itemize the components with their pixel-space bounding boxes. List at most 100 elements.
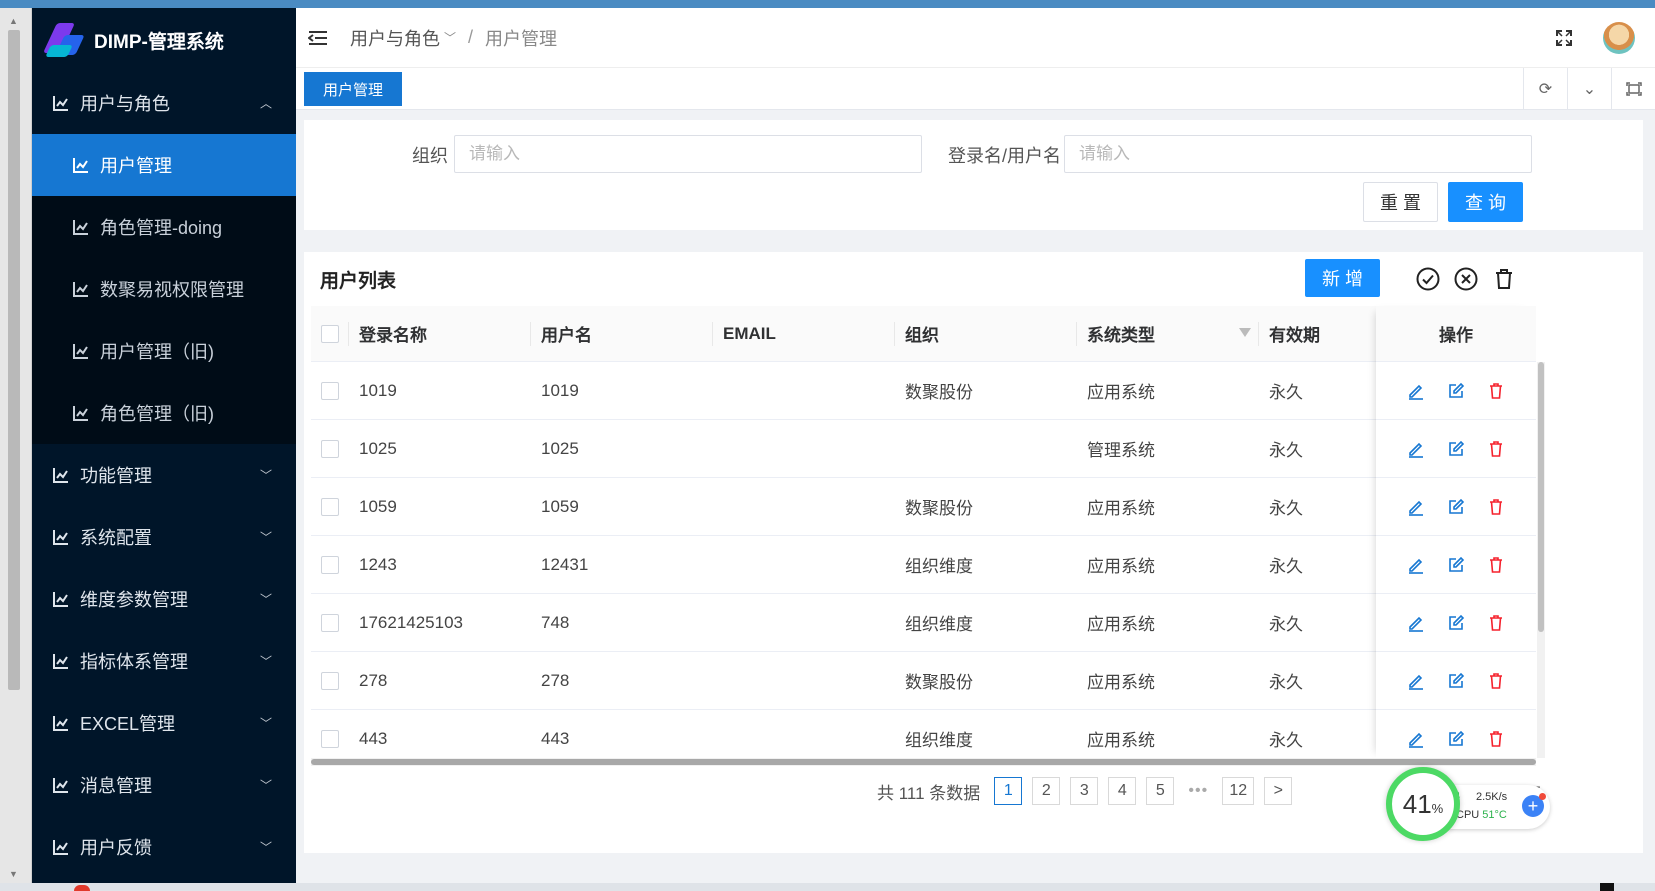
sidebar-group-dimension-params[interactable]: 维度参数管理 ﹀ <box>32 568 296 630</box>
row-checkbox[interactable] <box>321 555 339 574</box>
table-row[interactable]: 17621425103 748 组织维度 应用系统 永久 <box>311 594 1536 652</box>
table-row[interactable]: 1059 1059 数聚股份 应用系统 永久 <box>311 478 1536 536</box>
table-row[interactable]: 1019 1019 数聚股份 应用系统 永久 <box>311 362 1536 420</box>
delete-icon[interactable] <box>1487 556 1505 574</box>
ops-row <box>1376 710 1536 758</box>
check-circle-icon[interactable] <box>1415 266 1441 292</box>
scrollbar-thumb[interactable] <box>8 30 20 690</box>
page-button[interactable]: 4 <box>1108 777 1137 805</box>
menu-fold-icon[interactable] <box>308 30 328 46</box>
cell-email <box>713 710 895 758</box>
column-header[interactable]: 登录名称 <box>349 306 531 361</box>
sidebar-group-indicator-system[interactable]: 指标体系管理 ﹀ <box>32 630 296 692</box>
row-checkbox[interactable] <box>321 381 339 400</box>
sidebar-item-permission-management[interactable]: 数聚易视权限管理 <box>32 258 296 320</box>
taskbar-app-icon[interactable] <box>1600 883 1614 891</box>
network-monitor-widget[interactable]: ↓ 2.5K/s CPU 51°C + 41% <box>1386 767 1566 843</box>
close-circle-icon[interactable] <box>1453 266 1479 292</box>
row-checkbox[interactable] <box>321 613 339 632</box>
row-checkbox[interactable] <box>321 671 339 690</box>
page-button[interactable]: 2 <box>1032 777 1061 805</box>
table-row[interactable]: 443 443 组织维度 应用系统 永久 <box>311 710 1536 758</box>
page-button[interactable]: 1 <box>994 777 1023 805</box>
scrollbar-thumb[interactable] <box>1538 362 1544 632</box>
sidebar-group-label: 用户与角色 <box>80 94 170 114</box>
page-button[interactable]: 5 <box>1146 777 1175 805</box>
notification-dot <box>1539 793 1546 800</box>
select-all-checkbox[interactable] <box>321 324 339 343</box>
table-row[interactable]: 278 278 数聚股份 应用系统 永久 <box>311 652 1536 710</box>
row-checkbox[interactable] <box>321 497 339 516</box>
breadcrumb-parent[interactable]: 用户与角色 <box>350 25 440 51</box>
table-vertical-scrollbar[interactable] <box>1537 362 1545 758</box>
delete-icon[interactable] <box>1487 440 1505 458</box>
reset-button[interactable]: 重 置 <box>1363 182 1438 222</box>
delete-icon[interactable] <box>1487 672 1505 690</box>
sidebar-item-user-management-old[interactable]: 用户管理（旧) <box>32 320 296 382</box>
sidebar-group-function[interactable]: 功能管理 ﹀ <box>32 444 296 506</box>
login-input[interactable] <box>1064 135 1532 173</box>
page-button-last[interactable]: 12 <box>1222 777 1255 805</box>
edit-square-icon[interactable] <box>1447 730 1465 748</box>
sidebar-item-role-management-old[interactable]: 角色管理（旧) <box>32 382 296 444</box>
sidebar-group-users-roles[interactable]: 用户与角色 ︿ <box>32 72 296 134</box>
edit-icon[interactable] <box>1407 614 1425 632</box>
avatar[interactable] <box>1603 22 1635 54</box>
scroll-up-icon[interactable]: ▲ <box>9 16 18 26</box>
edit-icon[interactable] <box>1407 730 1425 748</box>
scroll-down-icon[interactable]: ▼ <box>9 869 18 879</box>
row-checkbox[interactable] <box>321 729 339 748</box>
column-header[interactable]: 系统类型 <box>1087 321 1155 346</box>
sidebar-item-role-management-doing[interactable]: 角色管理-doing <box>32 196 296 258</box>
column-header[interactable]: EMAIL <box>713 306 895 361</box>
taskbar-app-icon[interactable] <box>74 885 90 891</box>
sidebar-item-user-management[interactable]: 用户管理 <box>32 134 296 196</box>
app-logo[interactable]: DIMP-管理系统 <box>32 8 296 72</box>
total-count: 共 111 条数据 <box>877 783 981 803</box>
cell-sys: 应用系统 <box>1087 615 1155 634</box>
edit-icon[interactable] <box>1407 672 1425 690</box>
edit-square-icon[interactable] <box>1447 556 1465 574</box>
filter-icon[interactable] <box>1239 328 1251 337</box>
query-button[interactable]: 查 询 <box>1448 182 1523 222</box>
chart-line-icon <box>53 654 68 669</box>
scrollbar-thumb[interactable] <box>311 759 1536 765</box>
ops-row <box>1376 536 1536 594</box>
trash-icon[interactable] <box>1491 266 1517 292</box>
page-ellipsis[interactable]: ••• <box>1184 782 1212 800</box>
edit-icon[interactable] <box>1407 382 1425 400</box>
refresh-icon[interactable]: ⟳ <box>1523 68 1567 110</box>
delete-icon[interactable] <box>1487 382 1505 400</box>
edit-icon[interactable] <box>1407 556 1425 574</box>
sidebar-group-messages[interactable]: 消息管理 ﹀ <box>32 754 296 816</box>
memory-usage-gauge[interactable]: 41% <box>1386 767 1460 841</box>
edit-icon[interactable] <box>1407 498 1425 516</box>
table-row[interactable]: 1243 12431 组织维度 应用系统 永久 <box>311 536 1536 594</box>
edit-square-icon[interactable] <box>1447 440 1465 458</box>
row-checkbox[interactable] <box>321 439 339 458</box>
next-page-button[interactable]: > <box>1264 777 1293 805</box>
sidebar-group-feedback[interactable]: 用户反馈 ﹀ <box>32 816 296 878</box>
edit-icon[interactable] <box>1407 440 1425 458</box>
delete-icon[interactable] <box>1487 498 1505 516</box>
page-button[interactable]: 3 <box>1070 777 1099 805</box>
fullscreen-icon[interactable] <box>1555 29 1573 47</box>
tab-user-management[interactable]: 用户管理 <box>304 72 402 106</box>
column-header[interactable]: 用户名 <box>531 306 713 361</box>
edit-square-icon[interactable] <box>1447 498 1465 516</box>
page-scrollbar[interactable]: ▲ ▼ <box>0 8 32 891</box>
edit-square-icon[interactable] <box>1447 382 1465 400</box>
table-row[interactable]: 1025 1025 管理系统 永久 <box>311 420 1536 478</box>
org-input[interactable] <box>454 135 922 173</box>
sidebar-group-system-config[interactable]: 系统配置 ﹀ <box>32 506 296 568</box>
edit-square-icon[interactable] <box>1447 672 1465 690</box>
delete-icon[interactable] <box>1487 614 1505 632</box>
table-horizontal-scrollbar[interactable] <box>311 758 1536 766</box>
delete-icon[interactable] <box>1487 730 1505 748</box>
chevron-down-icon[interactable]: ⌄ <box>1567 68 1611 110</box>
edit-square-icon[interactable] <box>1447 614 1465 632</box>
maximize-icon[interactable] <box>1611 68 1655 110</box>
sidebar-group-excel[interactable]: EXCEL管理 ﹀ <box>32 692 296 754</box>
add-button[interactable]: 新 增 <box>1305 259 1380 297</box>
column-header[interactable]: 组织 <box>895 306 1077 361</box>
